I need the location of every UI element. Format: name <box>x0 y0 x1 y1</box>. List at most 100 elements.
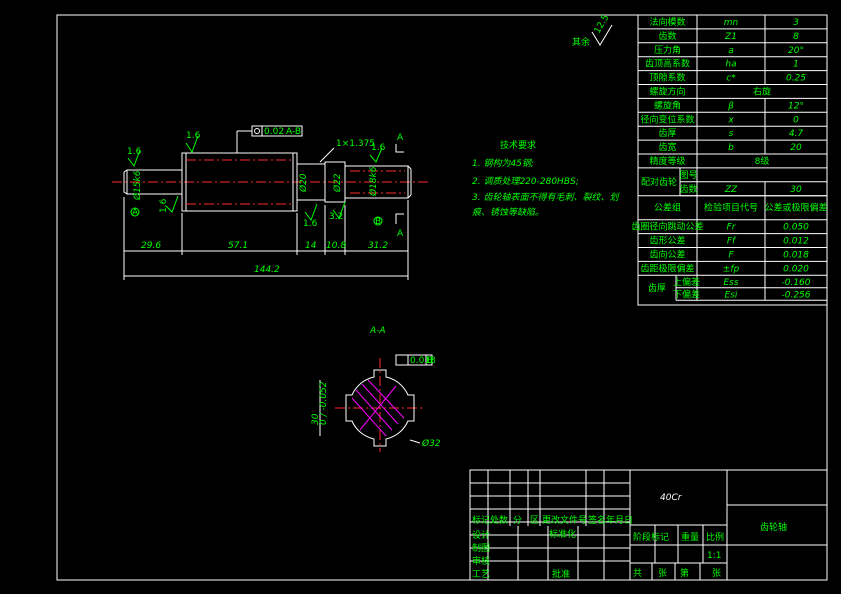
len-5: 31.2 <box>368 241 388 251</box>
keyway-tol: 0 / -0.052 <box>319 381 329 425</box>
param-sym-7: x <box>727 115 734 125</box>
thk-name-0: 上偏差 <box>673 276 700 288</box>
len-2: 57.1 <box>228 241 248 251</box>
tb-h6: 年月日 <box>606 514 633 526</box>
section-mark-top: A <box>397 133 404 143</box>
len-4: 10.8 <box>326 241 346 251</box>
section-view: A-A 0.018 B 30 0 / -0.052 Ø32 <box>311 326 441 452</box>
dia-label-3: Ø22 <box>332 173 343 193</box>
param-val-10: 8级 <box>755 155 770 167</box>
param-sym-6: β <box>727 101 734 111</box>
surface-finish-label: 其余 <box>572 36 590 48</box>
param-val-6: 12° <box>788 101 804 111</box>
dia-label-1: Ø15k6 <box>132 170 143 201</box>
tb-sheet-1: 张 <box>658 568 667 579</box>
tol-val-2: 0.018 <box>783 251 809 261</box>
tol-header-value: 公差或极限偏差 <box>764 202 827 214</box>
drawing-canvas: 法向模数 mn 3 齿数 Z1 8 压力角 a 20° 齿顶高系数 ha 1 顶隙系数 c* 0.25 螺旋方… <box>56 13 828 581</box>
section-diameter: Ø32 <box>421 438 441 449</box>
tb-row-2: 审核 <box>472 555 490 567</box>
param-name-4: 顶隙系数 <box>649 72 685 84</box>
tb-weight: 重量 <box>681 531 699 543</box>
tol-header-group: 公差组 <box>654 202 681 214</box>
param-val-3: 1 <box>793 60 799 70</box>
thk-sym-1: Esi <box>725 290 738 300</box>
thk-val-0: -0.160 <box>781 278 810 288</box>
tb-h1: 处数 <box>490 514 508 526</box>
thk-name-1: 下偏差 <box>673 288 700 300</box>
param-val-8: 4.7 <box>789 129 804 139</box>
tb-row-0: 设计 <box>472 529 490 541</box>
param-sym-1: Z1 <box>724 32 737 42</box>
param-sym-8: s <box>729 129 734 139</box>
roughness-4: 1.6 <box>303 219 318 229</box>
tb-stage: 阶段标记 <box>633 531 669 543</box>
param-name-7: 径向变位系数 <box>640 113 694 125</box>
material-label: 40Cr <box>660 493 683 503</box>
tb-h2: 分 <box>513 515 522 526</box>
tb-sheet-0: 共 <box>633 568 642 579</box>
tb-scale-label: 比例 <box>706 531 724 543</box>
tb-std: 标准化 <box>549 528 576 540</box>
surface-finish-value: 12.5 <box>593 13 612 35</box>
part-name: 齿轮轴 <box>760 521 787 533</box>
param-val-1: 8 <box>793 32 799 42</box>
mating-sym-1: ZZ <box>724 185 738 195</box>
chamfer-label: 1×1.375 <box>336 139 375 149</box>
datum-b-label: B <box>375 217 381 227</box>
param-val-9: 20 <box>790 143 802 153</box>
tb-approve: 批准 <box>552 568 570 580</box>
title-block: 40Cr 齿轮轴 标记 处数 分 区 更改文件号 签名 年月日 设计 制图 审核… <box>469 469 828 581</box>
param-name-5: 螺旋方向 <box>649 86 685 98</box>
tol-sym-0: Fr <box>727 223 737 233</box>
tol-name-2: 齿向公差 <box>649 249 685 261</box>
param-sym-2: a <box>728 46 734 56</box>
tb-h3: 区 <box>530 515 539 526</box>
tol-sym-1: Ff <box>727 237 737 247</box>
param-val-2: 20° <box>788 46 804 56</box>
roughness-2: 1.6 <box>186 131 201 141</box>
tol-sym-2: F <box>728 251 734 261</box>
geom-tol-datum: A-B <box>286 127 301 137</box>
tol-val-0: 0.050 <box>783 223 809 233</box>
surface-finish-mark: 其余 12.5 <box>572 13 613 48</box>
mating-name-0: 图号 <box>679 170 697 181</box>
tech-item-1: 1. 钢构为45钢; <box>472 158 534 169</box>
param-sym-0: mn <box>724 18 739 28</box>
tb-row-1: 制图 <box>472 542 490 554</box>
param-val-5: 右旋 <box>753 86 771 98</box>
roughness-3: 1.6 <box>159 198 169 213</box>
tb-sheet-2: 第 <box>680 567 689 579</box>
tech-title: 技术要求 <box>500 139 536 151</box>
param-val-0: 3 <box>793 18 799 28</box>
tol-name-0: 齿圈径向跳动公差 <box>631 221 703 233</box>
param-name-6: 螺旋角 <box>654 99 681 111</box>
roughness-6: 3.2 <box>329 212 343 222</box>
datum-a-label: A <box>132 208 139 218</box>
thk-sym-0: Ess <box>723 278 738 288</box>
param-name-10: 精度等级 <box>649 155 685 167</box>
tol-val-3: 0.020 <box>783 264 809 274</box>
roughness-1: 1.6 <box>127 147 142 157</box>
param-val-4: 0.25 <box>786 74 806 84</box>
param-name-3: 齿顶高系数 <box>645 58 690 70</box>
len-total: 144.2 <box>254 265 280 275</box>
tol-name-3: 齿距极限偏差 <box>640 262 694 274</box>
dia-label-4: Ø18k6 <box>368 166 379 197</box>
tol-val-1: 0.012 <box>783 237 809 247</box>
tech-item-4: 痕、锈蚀等缺陷。 <box>472 207 544 218</box>
tol-name-1: 齿形公差 <box>649 235 685 247</box>
thickness-label: 齿厚 <box>648 283 666 294</box>
param-name-2: 压力角 <box>654 44 681 56</box>
tb-row-3: 工艺 <box>472 569 490 580</box>
param-sym-9: b <box>728 143 734 153</box>
mating-label: 配对齿轮 <box>641 176 677 188</box>
shaft-view: Ø15k6 Ø20 Ø22 Ø18k6 1.6 1.6 1.6 1.6 3.2 … <box>112 125 430 280</box>
section-label: A-A <box>369 326 386 336</box>
tb-sheet-3: 张 <box>712 568 721 579</box>
params-table: 法向模数 mn 3 齿数 Z1 8 压力角 a 20° 齿顶高系数 ha 1 顶隙系数 c* 0.25 螺旋方… <box>631 14 828 306</box>
geom-tol-frame: 0.02 A-B <box>236 125 303 153</box>
thk-val-1: -0.256 <box>781 290 810 300</box>
param-sym-3: ha <box>725 60 736 70</box>
param-val-7: 0 <box>793 115 799 125</box>
